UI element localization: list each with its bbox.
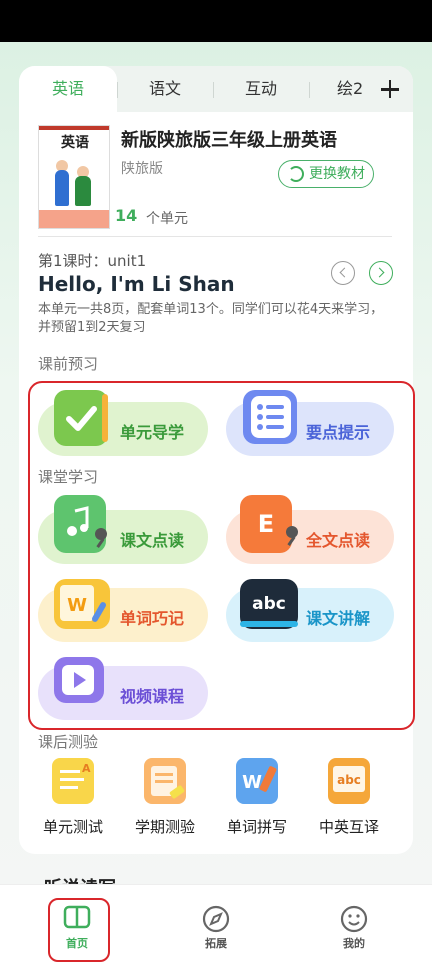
book-name: 新版陕旅版三年级上册英语 bbox=[121, 130, 337, 151]
cover-figure bbox=[55, 170, 69, 206]
svg-text:W: W bbox=[242, 772, 262, 793]
word-memory-label: 单词巧记 bbox=[120, 609, 185, 628]
list-lines-icon bbox=[251, 396, 291, 438]
nav-explore[interactable]: 拓展 bbox=[181, 885, 251, 964]
status-bar bbox=[0, 0, 432, 42]
cover-band bbox=[39, 210, 109, 228]
abc-icon: abc bbox=[333, 766, 365, 792]
compass-icon bbox=[202, 905, 230, 933]
lesson-description: 本单元一共8页，配套单词13个。同学们可以花4天来学习，并预留1到2天复习 bbox=[38, 302, 384, 335]
svg-text:W: W bbox=[67, 595, 87, 616]
change-textbook-button[interactable]: 更换教材 bbox=[278, 160, 374, 188]
subject-tabs: 英语 语文 互动 绘2 bbox=[19, 66, 413, 112]
prev-lesson-button[interactable] bbox=[331, 261, 355, 285]
translate-board-icon: abc bbox=[328, 758, 370, 804]
unit-test-label: 单元测试 bbox=[42, 818, 103, 836]
full-reading-label: 全文点读 bbox=[306, 531, 371, 550]
nav-profile[interactable]: 我的 bbox=[319, 885, 389, 964]
change-textbook-label: 更换教材 bbox=[309, 166, 365, 182]
video-course-label: 视频课程 bbox=[120, 687, 185, 706]
notebook-icon bbox=[144, 758, 186, 804]
unit-guide-label: 单元导学 bbox=[120, 423, 185, 442]
play-icon bbox=[62, 665, 94, 695]
cover-figure bbox=[75, 176, 91, 206]
tab-chinese[interactable]: 语文 bbox=[117, 66, 213, 112]
divider bbox=[38, 236, 392, 237]
abc-board-icon: abc bbox=[240, 594, 298, 627]
translation-label: 中英互译 bbox=[318, 818, 379, 836]
cover-title: 英语 bbox=[61, 135, 89, 151]
e-book-icon: E bbox=[240, 495, 292, 553]
svg-text:A: A bbox=[82, 762, 91, 775]
checklist-icon bbox=[54, 390, 108, 446]
tab-interactive[interactable]: 互动 bbox=[213, 66, 309, 112]
nav-profile-label: 我的 bbox=[343, 937, 365, 950]
svg-text:abc: abc bbox=[337, 773, 361, 787]
term-test-label: 学期测验 bbox=[134, 818, 195, 836]
next-lesson-button[interactable] bbox=[369, 261, 393, 285]
microphone-icon bbox=[95, 528, 107, 540]
section-after-class: 课后测验 bbox=[38, 733, 99, 751]
text-reading-label: 课文点读 bbox=[120, 531, 185, 550]
svg-text:abc: abc bbox=[252, 594, 286, 614]
word-spelling-icon: W bbox=[236, 758, 278, 804]
list-icon bbox=[243, 390, 297, 444]
letter-e-glyph: E bbox=[257, 510, 275, 538]
text-explain-label: 课文讲解 bbox=[306, 609, 371, 628]
add-tab-button[interactable] bbox=[369, 66, 413, 112]
nav-explore-label: 拓展 bbox=[205, 937, 227, 950]
smile-icon bbox=[340, 905, 368, 933]
video-icon bbox=[54, 657, 104, 703]
tab-english[interactable]: 英语 bbox=[19, 66, 117, 112]
check-icon bbox=[66, 394, 108, 442]
quiz-lines-icon: A bbox=[60, 762, 91, 789]
lesson-number: 第1课时：unit1 bbox=[38, 252, 147, 270]
key-points-label: 要点提示 bbox=[306, 423, 371, 442]
word-w-icon: W bbox=[60, 585, 106, 622]
blackboard-icon: abc bbox=[240, 579, 298, 629]
test-paper-icon: A bbox=[52, 758, 94, 804]
home-highlight-box bbox=[48, 898, 110, 962]
tab-divider bbox=[309, 82, 310, 98]
unit-label: 个单元 bbox=[146, 211, 188, 227]
unit-count: 14 bbox=[115, 206, 138, 225]
cover-stripe bbox=[39, 126, 109, 130]
word-card-icon: W bbox=[54, 579, 110, 629]
book-cover[interactable]: 英语 bbox=[38, 125, 110, 229]
section-preview: 课前预习 bbox=[38, 355, 99, 373]
lesson-title: Hello, I'm Li Shan bbox=[38, 272, 235, 296]
microphone-icon bbox=[286, 526, 298, 538]
word-spelling-label: 单词拼写 bbox=[226, 818, 287, 836]
refresh-icon bbox=[288, 166, 304, 182]
publisher: 陕旅版 bbox=[121, 161, 163, 177]
spelling-w-icon: W bbox=[242, 766, 277, 793]
section-classroom: 课堂学习 bbox=[38, 468, 99, 486]
notebook-lines-icon bbox=[151, 766, 185, 799]
